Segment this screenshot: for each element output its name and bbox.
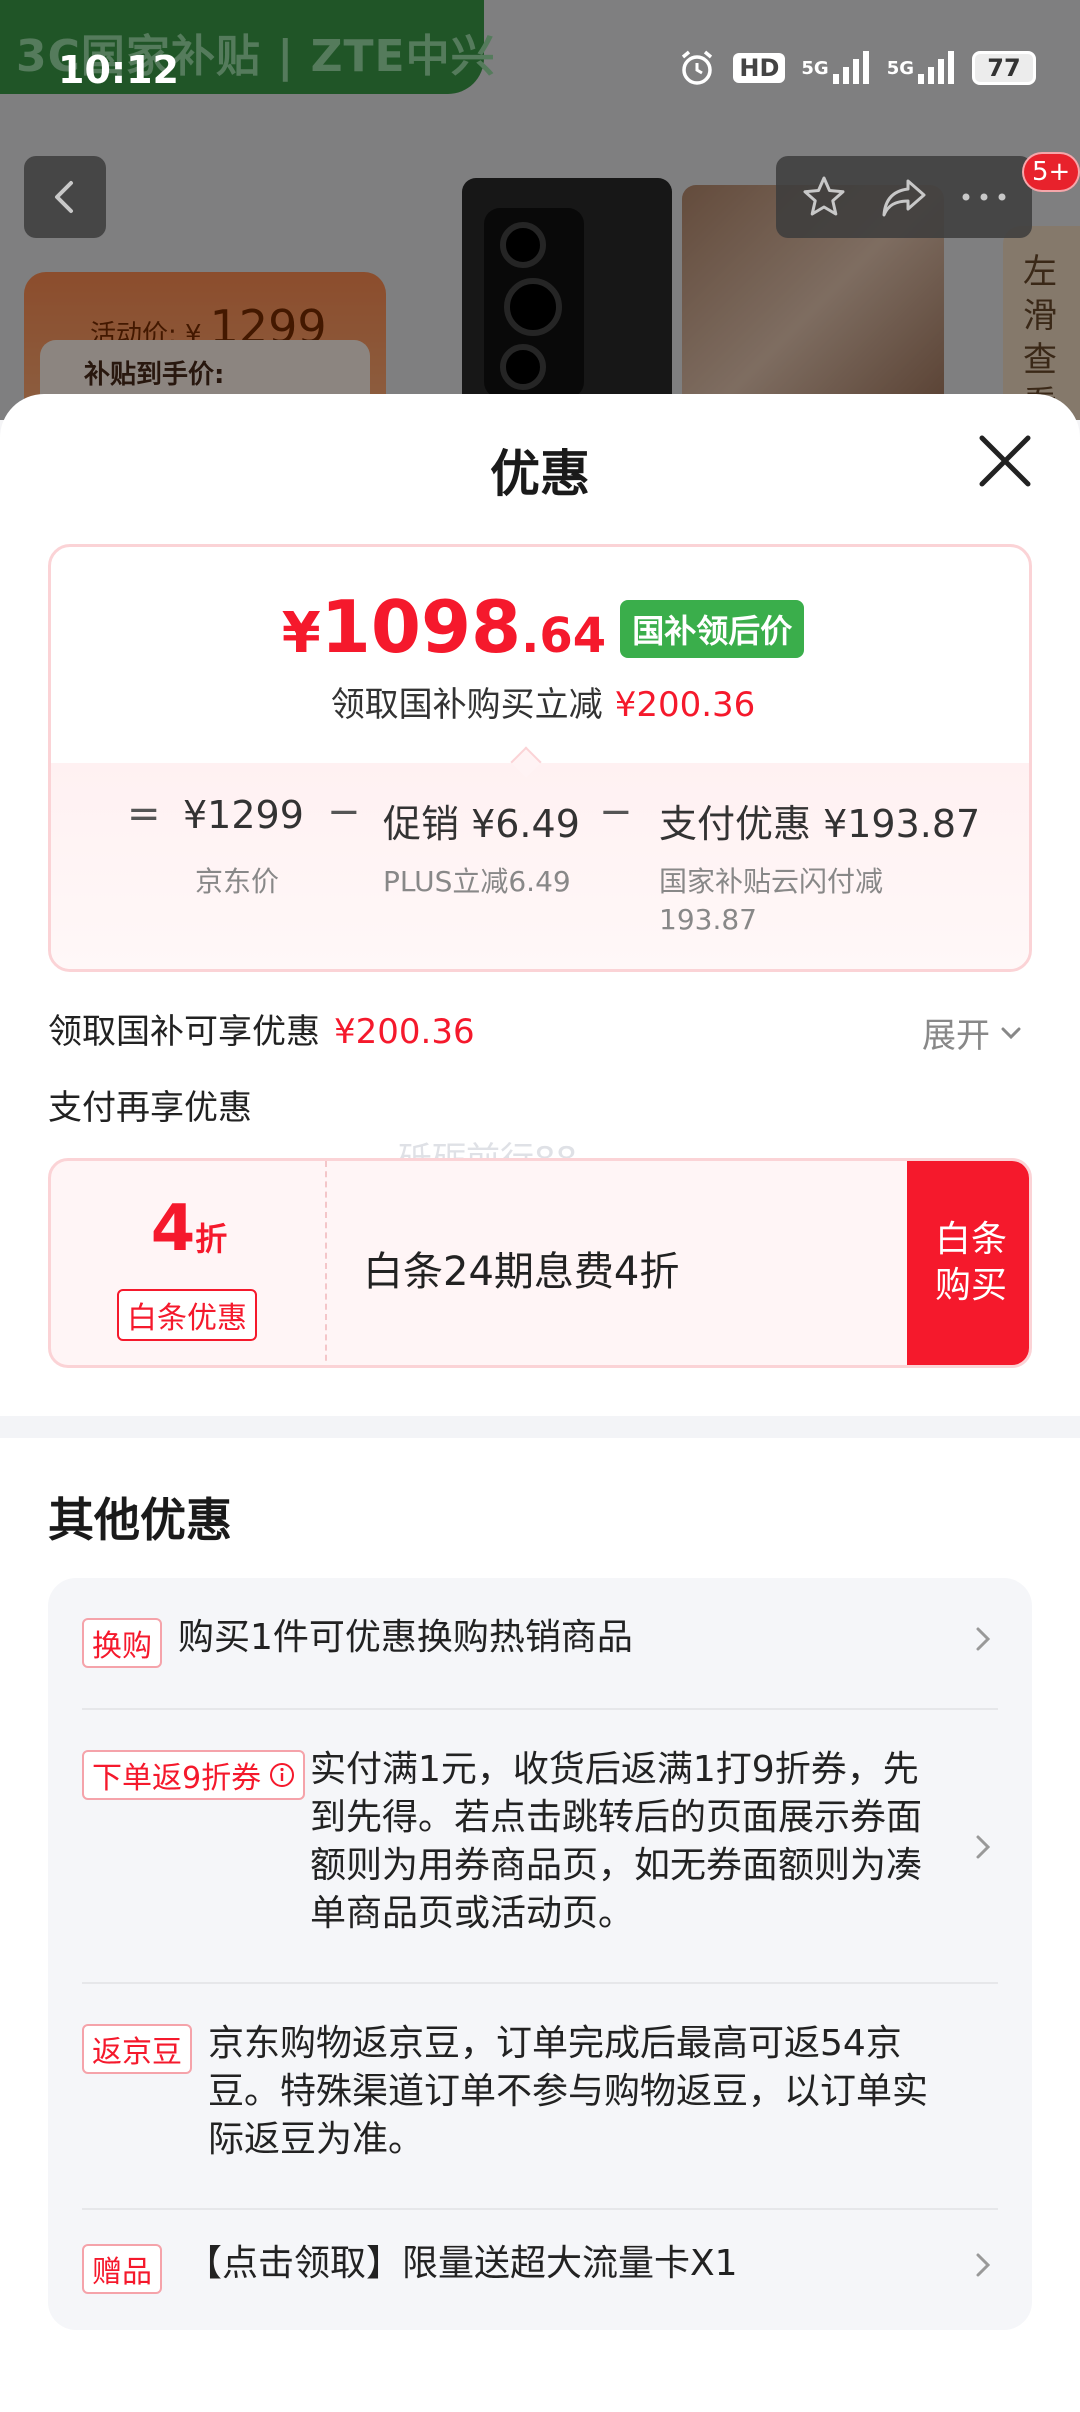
baitiao-promo-card[interactable]: 4折 白条优惠 白条24期息费4折 白条购买 [48, 1158, 1032, 1368]
jd-price-value: ¥1299 [183, 793, 304, 837]
baitiao-discount-panel: 4折 白条优惠 [51, 1161, 327, 1365]
more-button[interactable] [952, 165, 1016, 229]
save-label: 领取国补购买立减 [330, 685, 603, 725]
share-button[interactable] [872, 165, 936, 229]
signal-icon: 5G [801, 50, 870, 86]
promo-value: 促销 ¥6.49 [383, 802, 580, 846]
offer-tag: 返京豆 [82, 2024, 192, 2074]
offer-divider [82, 2208, 998, 2210]
price-breakdown: = ¥1299 京东价 − 促销 ¥6.49 PLUS立减6.49 − 支付优惠… [51, 763, 1029, 969]
currency-symbol: ¥ [281, 601, 321, 666]
offer-text: 实付满1元，收货后返满1打9折券，先到先得。若点击跳转后的页面展示券面额则为用券… [310, 1749, 923, 1934]
pay-discount-label: 国家补贴云闪付减193.87 [659, 865, 884, 936]
final-price: ¥1098.64 [282, 591, 606, 663]
close-button[interactable] [974, 430, 1036, 492]
discount-sheet: 优惠 ¥1098.64 国补领后价 领取国补购买立减 ¥200.36 = ¥129… [0, 394, 1080, 2412]
offer-divider [82, 1708, 998, 1710]
chevron-right-icon [976, 1627, 991, 1651]
network-type-label: 5G [801, 57, 829, 79]
jd-price-label: 京东价 [195, 865, 280, 898]
baitiao-tag: 白条优惠 [117, 1289, 257, 1341]
offer-text: 京东购物返京豆，订单完成后最高可返54京豆。特殊渠道订单不参与购物返豆，以订单实… [208, 2023, 929, 2160]
status-bar: 10:12 HD 5G 5G 77 [0, 0, 1080, 140]
share-icon [882, 179, 926, 217]
gov-subsidy-row: 领取国补可享优惠 ¥200.36 [48, 1004, 475, 1053]
chevron-left-icon [55, 181, 73, 213]
equals-sign: = [127, 791, 161, 837]
baitiao-description: 白条24期息费4折 [363, 1249, 680, 1295]
final-price-row: ¥1098.64 国补领后价 [51, 591, 1029, 668]
status-time: 10:12 [58, 48, 179, 92]
offer-item-gift[interactable]: 赠品 【点击领取】限量送超大流量卡X1 [82, 2243, 998, 2304]
discount-unit: 折 [195, 1220, 228, 1258]
network-type-label-2: 5G [886, 57, 914, 79]
save-amount: ¥200.36 [614, 685, 756, 725]
info-icon[interactable] [269, 1762, 295, 1788]
back-button[interactable] [24, 156, 106, 238]
offer-item-exchange[interactable]: 换购 购买1件可优惠换购热销商品 [82, 1617, 998, 1704]
chevron-down-icon [1001, 1027, 1021, 1039]
baitiao-buy-button[interactable]: 白条购买 [907, 1161, 1029, 1365]
pay-more-label: 支付再享优惠 [48, 1088, 252, 1128]
offer-text: 【点击领取】限量送超大流量卡X1 [186, 2243, 738, 2284]
final-price-integer: 1098 [320, 585, 522, 669]
status-icons: HD 5G 5G 77 [677, 48, 1036, 88]
hd-icon: HD [733, 53, 786, 83]
top-action-bar [776, 156, 1032, 238]
save-row: 领取国补购买立减 ¥200.36 [51, 677, 1029, 726]
subsidy-price-tag: 国补领后价 [620, 600, 805, 658]
final-price-decimal: .64 [521, 608, 607, 664]
favorite-button[interactable] [792, 165, 856, 229]
chevron-right-icon [976, 1835, 991, 1859]
minus-sign-2: − [599, 789, 633, 835]
gov-subsidy-amount: ¥200.36 [334, 1012, 475, 1052]
promo-label: PLUS立减6.49 [383, 865, 571, 898]
other-offers-list: 换购 购买1件可优惠换购热销商品 下单返9折券 实付满1元，收货后返满1打9折券… [48, 1578, 1032, 2330]
offer-tag-coupon: 下单返9折券 [82, 1750, 306, 1800]
signal-icon-2: 5G [887, 50, 956, 86]
offer-text: 购买1件可优惠换购热销商品 [178, 1617, 633, 1658]
star-icon [803, 176, 845, 216]
discount-number: 4 [150, 1192, 196, 1266]
message-badge: 5+ [1022, 152, 1080, 192]
baitiao-discount: 4折 [51, 1197, 327, 1261]
more-icon [962, 193, 1006, 201]
battery-icon: 77 [972, 51, 1036, 85]
price-breakdown-card: ¥1098.64 国补领后价 领取国补购买立减 ¥200.36 = ¥1299 京… [48, 544, 1032, 972]
close-icon [979, 435, 1031, 487]
alarm-icon [677, 48, 717, 88]
sheet-title: 优惠 [490, 445, 590, 503]
offer-tag: 换购 [82, 1618, 162, 1668]
expand-toggle[interactable]: 展开 [922, 1008, 1024, 1057]
offer-divider [82, 1982, 998, 1984]
minus-sign: − [327, 789, 361, 835]
offer-tag-label: 下单返9折券 [92, 1761, 262, 1796]
expand-label: 展开 [922, 1016, 990, 1056]
gov-subsidy-label: 领取国补可享优惠 [48, 1012, 320, 1052]
chevron-right-icon [976, 2253, 991, 2277]
offer-item-coupon[interactable]: 下单返9折券 实付满1元，收货后返满1打9折券，先到先得。若点击跳转后的页面展示… [82, 1749, 998, 1950]
other-offers-title: 其他优惠 [48, 1493, 232, 1547]
section-divider [0, 1416, 1080, 1438]
offer-tag: 赠品 [82, 2244, 162, 2294]
pay-discount-value: 支付优惠 ¥193.87 [659, 802, 981, 846]
offer-item-jingdou: 返京豆 京东购物返京豆，订单完成后最高可返54京豆。特殊渠道订单不参与购物返豆，… [82, 2023, 998, 2174]
